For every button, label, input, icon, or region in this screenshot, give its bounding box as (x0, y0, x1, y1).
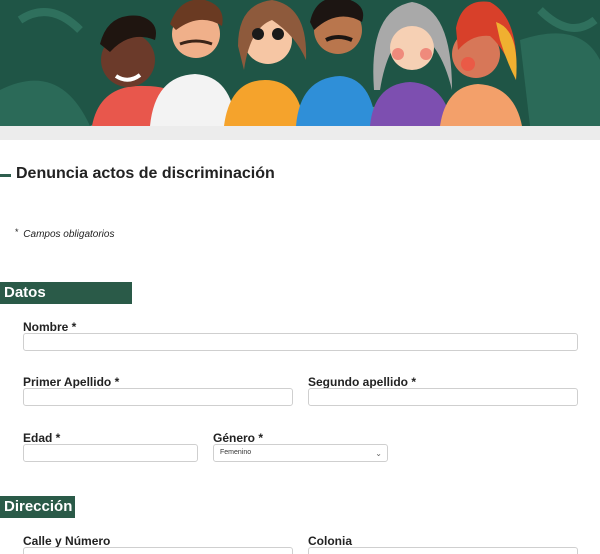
section-header-address: Dirección (0, 496, 75, 518)
page-title: Denuncia actos de discriminación (16, 165, 275, 182)
people-illustration (0, 0, 600, 126)
required-note-text: Campos obligatorios (23, 229, 115, 240)
form-title-row: Denuncia actos de discriminación (0, 165, 600, 189)
segundo-apellido-label: Segundo apellido * (308, 375, 417, 389)
edad-label: Edad * (23, 431, 61, 445)
edad-input[interactable] (23, 444, 198, 462)
segundo-apellido-input[interactable] (308, 388, 578, 406)
title-accent-bar (0, 174, 11, 177)
primer-apellido-label: Primer Apellido * (23, 375, 120, 389)
nombre-label: Nombre * (23, 320, 77, 334)
banner-separator (0, 126, 600, 140)
required-star: * (15, 227, 19, 237)
required-fields-note: * Campos obligatorios (15, 227, 114, 240)
calle-label: Calle y Número (23, 534, 111, 548)
genero-label: Género * (213, 431, 264, 445)
colonia-input[interactable] (308, 547, 578, 554)
chevron-down-icon: ⌄ (375, 449, 382, 458)
genero-selected-value: Femenino (220, 449, 252, 456)
primer-apellido-input[interactable] (23, 388, 293, 406)
calle-input[interactable] (23, 547, 293, 554)
header-banner (0, 0, 600, 126)
colonia-label: Colonia (308, 534, 352, 548)
nombre-input[interactable] (23, 333, 578, 351)
genero-select[interactable]: Femenino ⌄ (213, 444, 388, 462)
section-header-personal: Datos Personales (0, 282, 132, 319)
